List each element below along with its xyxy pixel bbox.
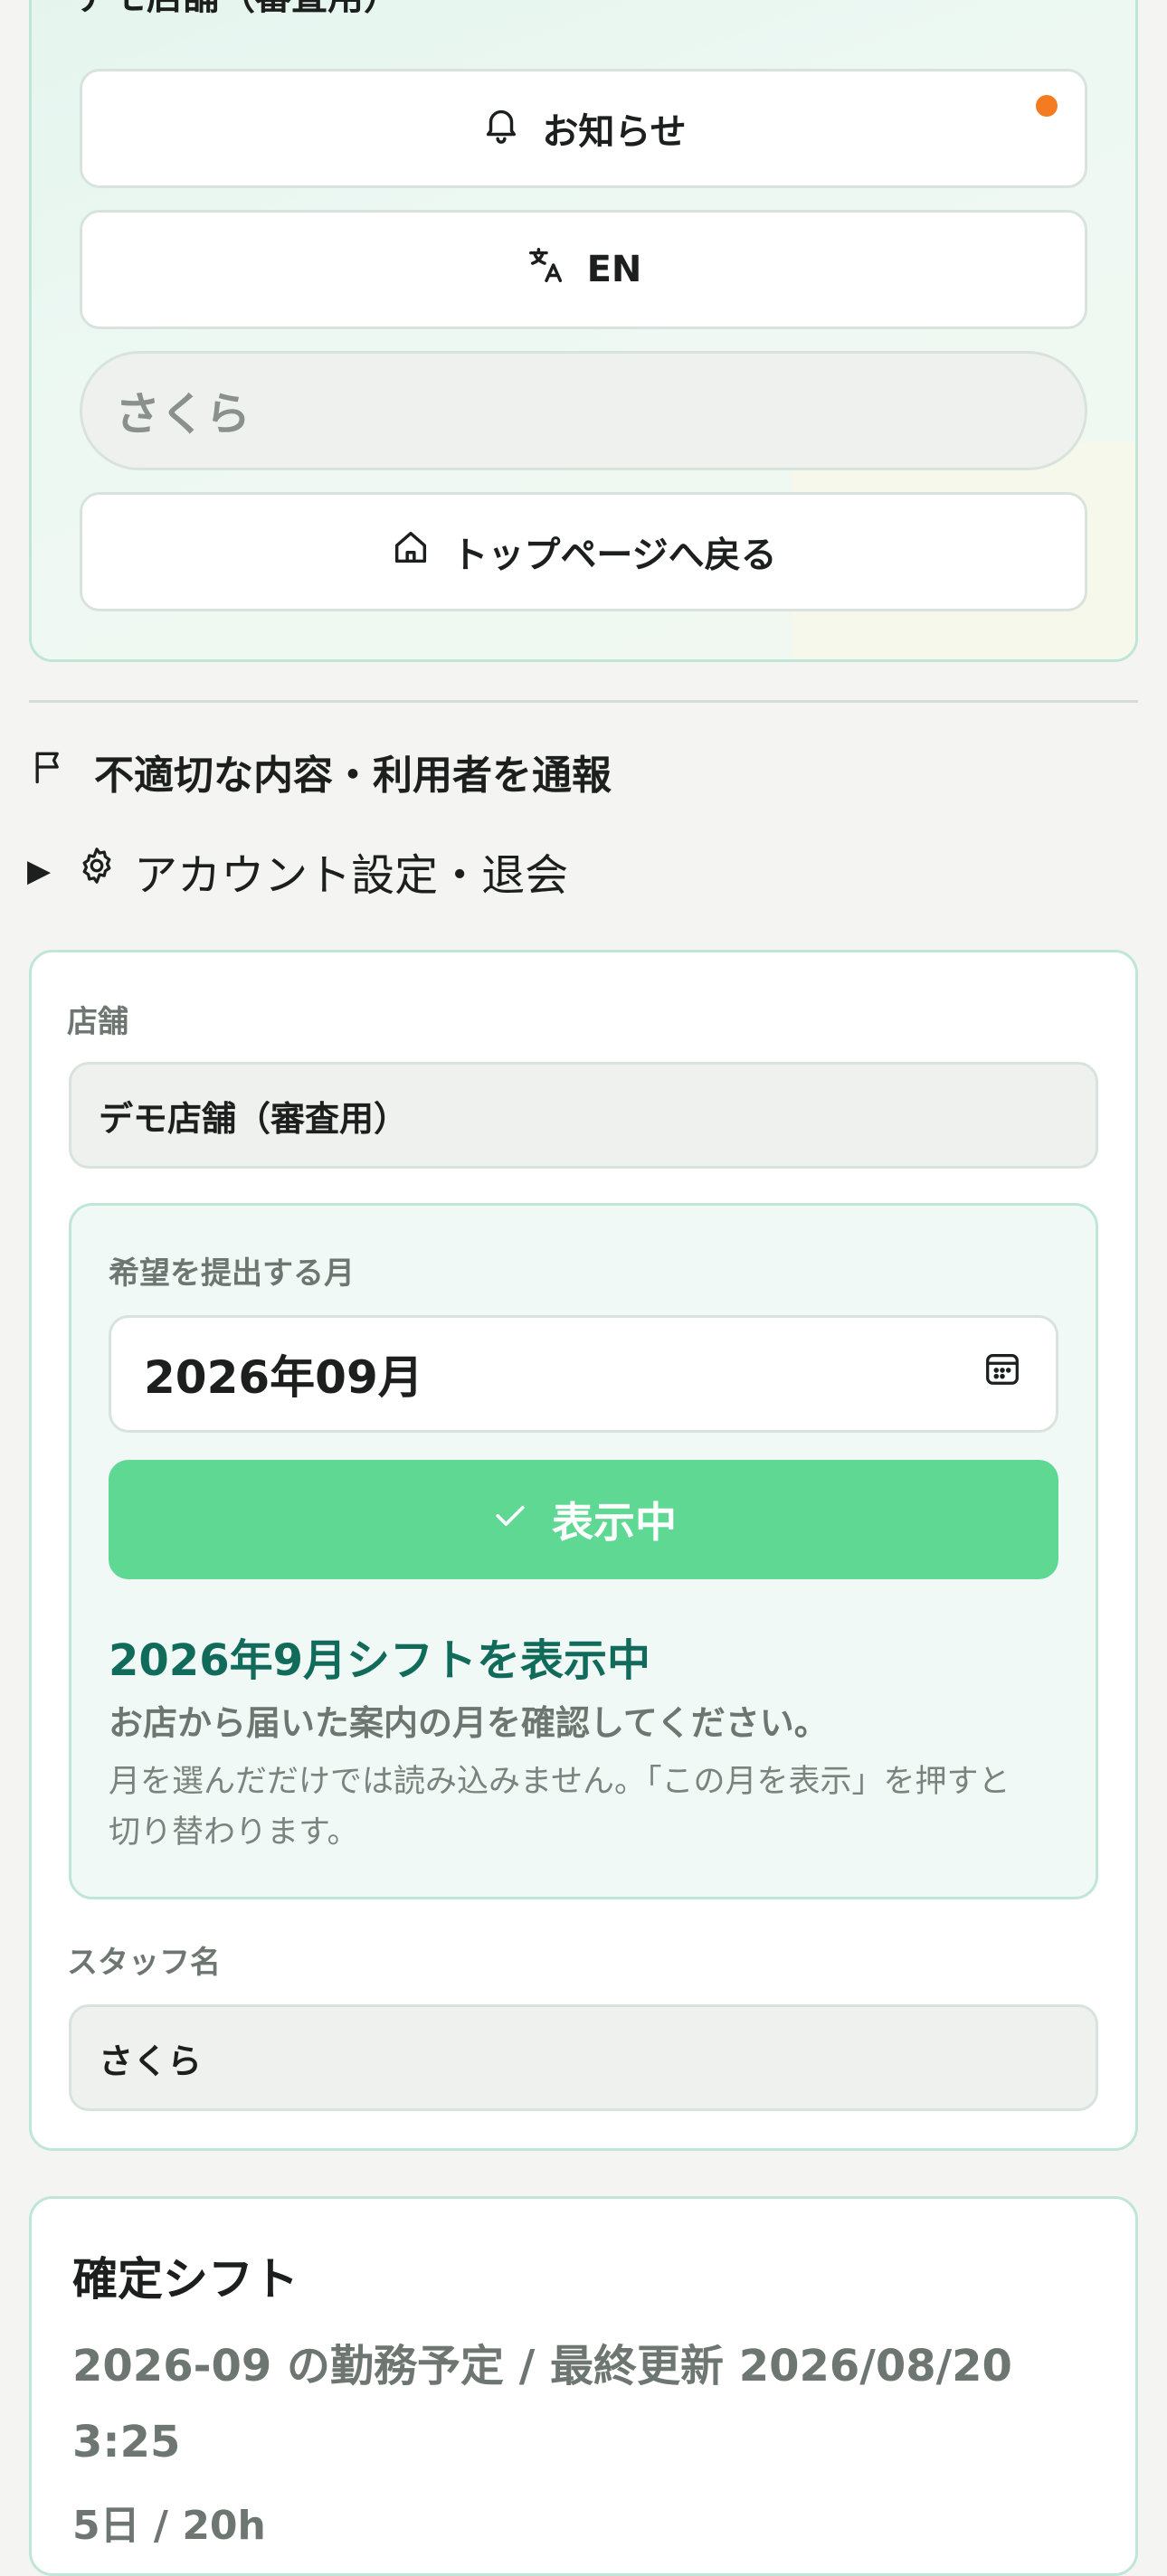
home-icon [390, 526, 432, 577]
month-status-note: 月を選んだだけでは読み込みません。「この月を表示」を押すと切り替わります。 [109, 1764, 1010, 1851]
report-label: 不適切な内容・利用者を通報 [94, 753, 612, 799]
language-button[interactable]: EN [80, 210, 1087, 329]
disclosure-triangle-icon: ▶ [27, 853, 52, 889]
staff-field: さくら [69, 2004, 1098, 2111]
staff-label: スタッフ名 [67, 1945, 221, 1981]
language-label: EN [586, 249, 642, 290]
confirmed-shift-subtitle: 2026-09 の勤務予定 / 最終更新 2026/08/20 3:25 [72, 2341, 1012, 2467]
account-settings-label: アカウント設定・退会 [134, 850, 569, 901]
store-menu-title: デモ店舗（審査用） [74, 0, 400, 20]
account-settings-toggle[interactable]: ▶ アカウント設定・退会 [27, 839, 568, 903]
notifications-label: お知らせ [542, 111, 687, 153]
home-button[interactable]: トップページへ戻る [80, 492, 1087, 611]
show-month-button[interactable]: 表示中 [109, 1460, 1058, 1579]
notifications-button[interactable]: お知らせ [80, 69, 1087, 188]
translate-icon [526, 244, 567, 295]
confirmed-shift-title: 確定シフト [72, 2253, 299, 2306]
month-label: 希望を提出する月 [109, 1255, 355, 1292]
month-value: 2026年09月 [144, 1351, 423, 1404]
calendar-icon[interactable] [982, 1348, 1023, 1400]
report-link[interactable]: 不適切な内容・利用者を通報 [29, 740, 612, 803]
notification-badge [1036, 95, 1058, 117]
divider [29, 700, 1138, 703]
flag-icon [29, 747, 69, 797]
gear-icon [76, 845, 118, 897]
shift-summary: 5日 / 20h [72, 2503, 266, 2549]
month-status-subtitle: お店から届いた案内の月を確認してください。 [109, 1703, 829, 1743]
home-label: トップページへ戻る [451, 535, 777, 576]
show-month-label: 表示中 [552, 1498, 677, 1547]
bell-icon [480, 103, 522, 154]
store-label: 店舗 [67, 1004, 128, 1040]
month-input[interactable]: 2026年09月 [109, 1315, 1058, 1433]
store-field: デモ店舗（審査用） [69, 1062, 1098, 1169]
check-icon [490, 1495, 530, 1545]
month-status-title: 2026年9月シフトを表示中 [109, 1635, 650, 1686]
user-name-field[interactable]: さくら [80, 351, 1087, 470]
